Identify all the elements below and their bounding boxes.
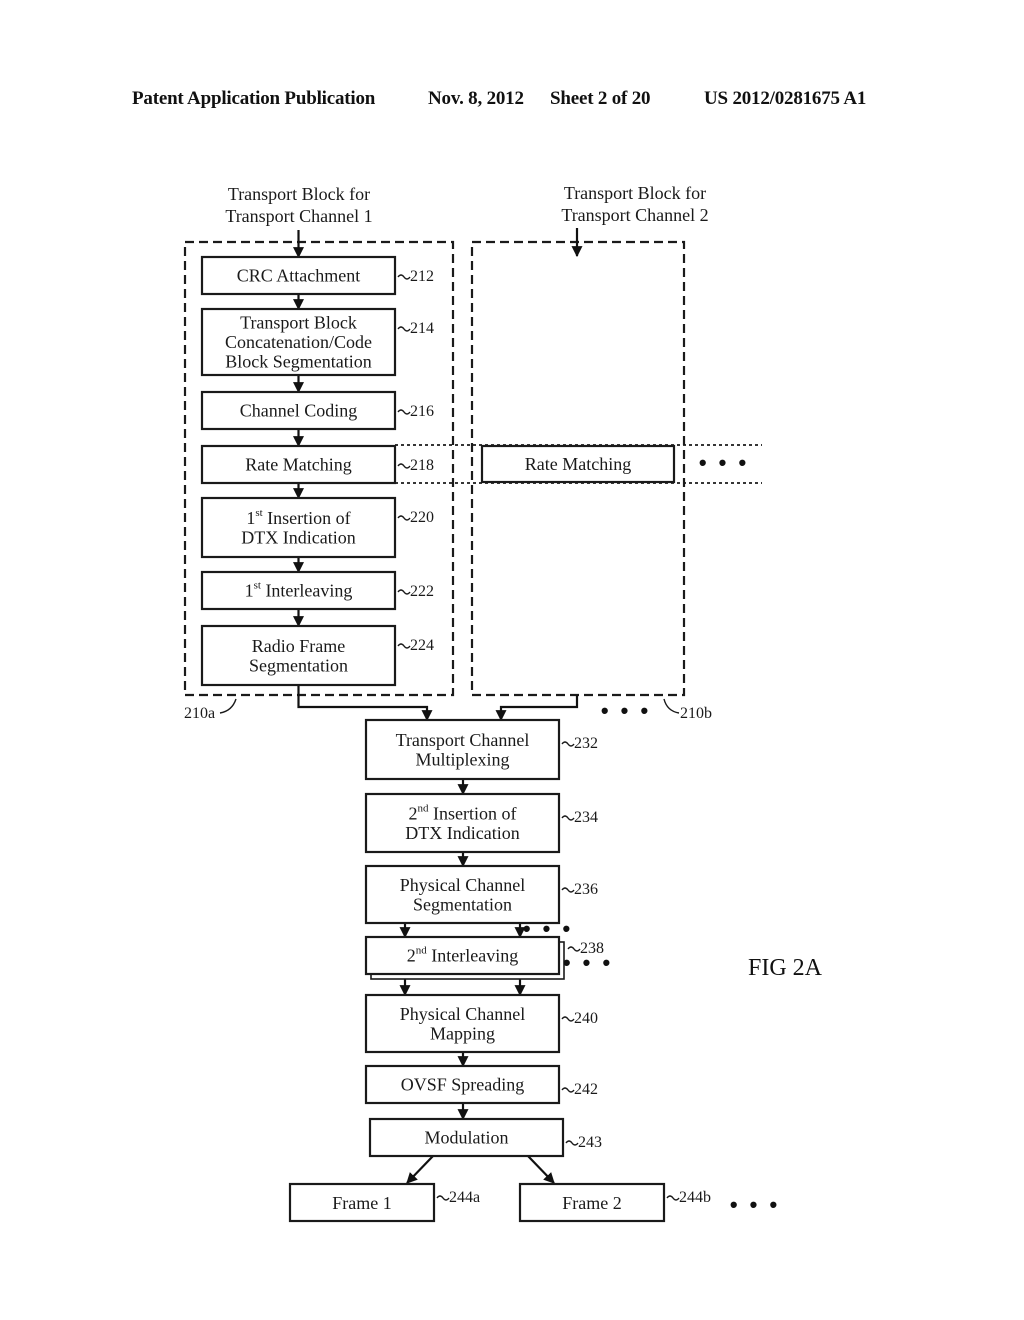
- group-ref-leader: [219, 698, 237, 714]
- block-dtx1-label: 1st Insertion of: [246, 507, 350, 528]
- ref-220: 220: [410, 509, 434, 526]
- arrow-mod-to-frame-2: [527, 1155, 555, 1184]
- ref-244a: 244a: [449, 1189, 480, 1206]
- leader-tilde: [561, 887, 575, 893]
- ref-212: 212: [410, 268, 434, 285]
- leader-tilde: [561, 1087, 575, 1093]
- ref-232: 232: [574, 735, 598, 752]
- leader-tilde: [565, 1140, 579, 1146]
- leader-tilde: [397, 274, 411, 280]
- block-pcseg-label: Segmentation: [413, 894, 512, 914]
- block-rate2-label: Rate Matching: [525, 454, 631, 474]
- group-ref-210a: 210a: [184, 705, 215, 722]
- figure-label: FIG 2A: [748, 955, 823, 981]
- leader-tilde: [397, 409, 411, 415]
- ref-216: 216: [410, 403, 434, 420]
- block-crc-label: CRC Attachment: [237, 266, 361, 286]
- block-rfseg-label: Radio Frame: [252, 636, 345, 656]
- ref-222: 222: [410, 583, 434, 600]
- arrow-channel-1-to-mux: [297, 685, 433, 722]
- block-pcmap-label: Physical Channel: [400, 1004, 525, 1024]
- ellipsis-frames: • • •: [730, 1192, 780, 1217]
- block-concat-label: Transport Block: [240, 313, 357, 333]
- leader-tilde: [561, 815, 575, 821]
- ref-240: 240: [574, 1010, 598, 1027]
- block-coding-label: Channel Coding: [240, 401, 358, 421]
- leader-tilde: [561, 741, 575, 747]
- arrow-channel-2-to-mux: [495, 695, 579, 722]
- ref-236: 236: [574, 881, 598, 898]
- input-label-channel-2: Transport Channel 2: [561, 205, 708, 225]
- input-label-channel-1: Transport Block for: [228, 184, 370, 204]
- block-dtx2-label: DTX Indication: [405, 823, 519, 843]
- leader-tilde: [666, 1195, 680, 1201]
- group-ref-leader: [663, 698, 680, 714]
- ref-244b: 244b: [679, 1189, 711, 1206]
- block-pcseg-label: Physical Channel: [400, 875, 525, 895]
- block-ovsf-label: OVSF Spreading: [401, 1075, 525, 1095]
- ellipsis-pcseg: • • •: [523, 916, 573, 941]
- block-pcmap-label: Mapping: [430, 1023, 495, 1043]
- leader-tilde: [397, 463, 411, 469]
- leader-tilde: [561, 1016, 575, 1022]
- ref-243: 243: [578, 1134, 602, 1151]
- flow-diagram: Transport Block forTransport Channel 1Tr…: [183, 183, 823, 1223]
- block-frame2-label: Frame 2: [562, 1193, 621, 1213]
- ref-234: 234: [574, 809, 598, 826]
- leader-tilde: [397, 515, 411, 521]
- block-rfseg-label: Segmentation: [249, 655, 348, 675]
- ellipsis-groups: • • •: [601, 698, 651, 723]
- block-frame1-label: Frame 1: [332, 1193, 391, 1213]
- leader-tilde: [397, 326, 411, 332]
- ref-218: 218: [410, 457, 434, 474]
- leader-tilde: [397, 643, 411, 649]
- group-ref-210b: 210b: [680, 705, 712, 722]
- block-mux-label: Multiplexing: [416, 749, 510, 769]
- ref-242: 242: [574, 1081, 598, 1098]
- block-concat-label: Concatenation/Code: [225, 332, 372, 352]
- block-intl1-label: 1st Interleaving: [245, 580, 353, 601]
- block-mod-label: Modulation: [425, 1128, 509, 1148]
- ref-214: 214: [410, 320, 434, 337]
- leader-tilde: [436, 1195, 450, 1201]
- input-label-channel-1: Transport Channel 1: [225, 206, 372, 226]
- block-concat-label: Block Segmentation: [225, 352, 371, 372]
- arrow-mod-to-frame-1: [406, 1155, 434, 1184]
- input-label-channel-2: Transport Block for: [564, 183, 706, 203]
- ref-224: 224: [410, 637, 434, 654]
- leader-tilde: [397, 589, 411, 595]
- block-dtx1-label: DTX Indication: [241, 527, 355, 547]
- ellipsis-intl2: • • •: [563, 950, 613, 975]
- ellipsis-channels: • • •: [699, 450, 749, 475]
- block-rate-label: Rate Matching: [245, 455, 351, 475]
- block-mux-label: Transport Channel: [396, 730, 530, 750]
